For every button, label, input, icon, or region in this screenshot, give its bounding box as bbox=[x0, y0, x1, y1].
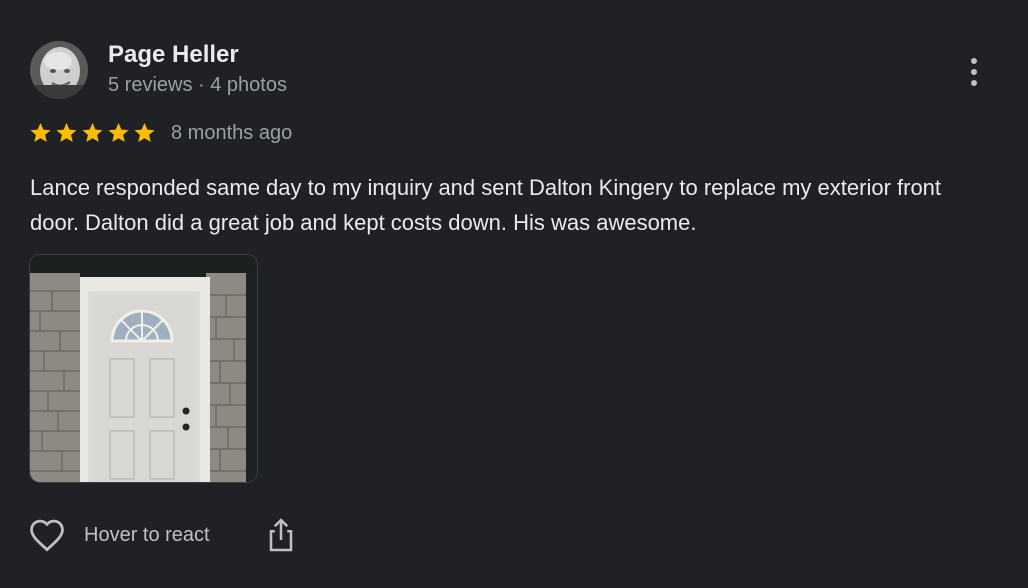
star-icon bbox=[30, 123, 51, 142]
review-date: 8 months ago bbox=[171, 121, 293, 144]
author-name[interactable]: Page Heller bbox=[108, 41, 239, 69]
star-icon bbox=[82, 123, 103, 142]
more-vert-icon-dot bbox=[971, 69, 977, 75]
front-door-photo bbox=[30, 255, 257, 482]
author-avatar[interactable] bbox=[30, 41, 88, 99]
more-options-button[interactable] bbox=[958, 52, 990, 92]
review-actions: Hover to react bbox=[28, 514, 296, 556]
review-text: Lance responded same day to my inquiry a… bbox=[30, 175, 942, 235]
react-label: Hover to react bbox=[84, 523, 210, 546]
author-stats: 5 reviews · 4 photos bbox=[108, 74, 287, 96]
more-vert-icon bbox=[971, 58, 977, 64]
more-vert-icon-dot bbox=[971, 80, 977, 86]
heart-icon bbox=[30, 519, 64, 552]
share-button[interactable] bbox=[266, 517, 296, 553]
star-icon bbox=[108, 123, 129, 142]
react-button[interactable]: Hover to react bbox=[28, 518, 210, 552]
rating-row: 8 months ago bbox=[28, 118, 292, 148]
star-icon bbox=[56, 123, 77, 142]
review-photo[interactable] bbox=[30, 255, 257, 482]
share-icon bbox=[269, 518, 292, 552]
review-card: Page Heller 5 reviews · 4 photos 8 month… bbox=[0, 0, 1028, 588]
star-icon bbox=[134, 123, 155, 142]
star-rating bbox=[28, 121, 157, 145]
